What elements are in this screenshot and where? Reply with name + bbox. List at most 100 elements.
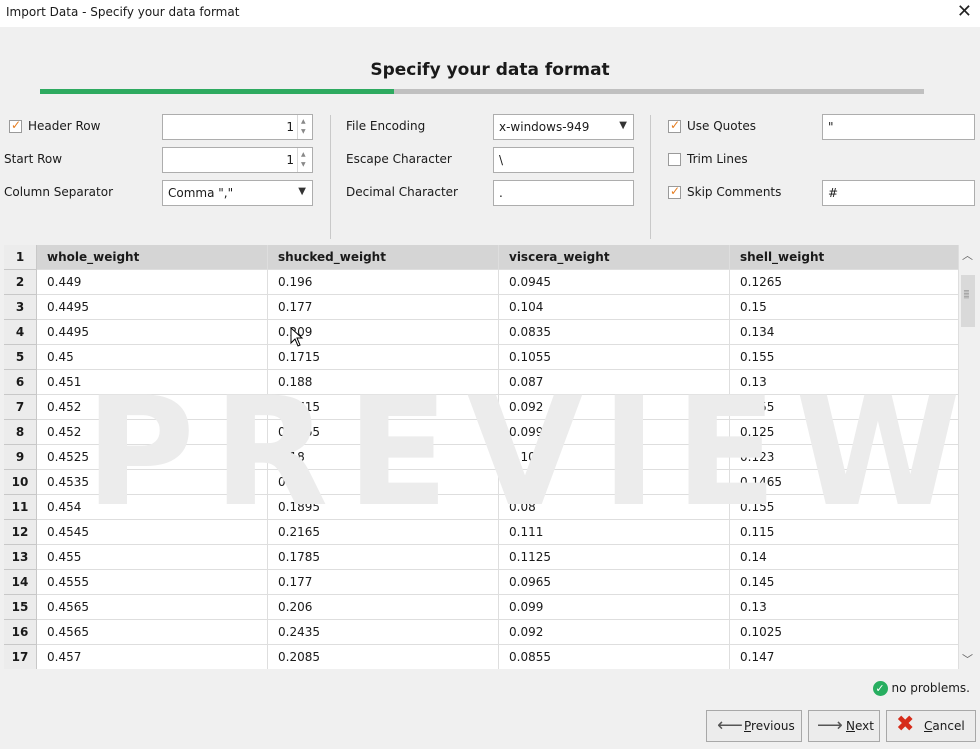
- table-cell[interactable]: 0.0835: [499, 320, 730, 345]
- table-cell[interactable]: 0.4565: [37, 620, 268, 645]
- table-cell[interactable]: 0.13: [730, 370, 959, 395]
- spin-down-icon[interactable]: ▼: [301, 128, 306, 135]
- table-cell[interactable]: 0.455: [37, 545, 268, 570]
- table-cell[interactable]: 0.0995: [499, 420, 730, 445]
- scroll-up-icon[interactable]: ︿: [962, 247, 973, 263]
- column-header[interactable]: shucked_weight: [268, 245, 499, 270]
- header-row-checkbox[interactable]: ✓: [9, 118, 22, 133]
- table-cell[interactable]: 0.4555: [37, 570, 268, 595]
- table-cell[interactable]: 0.1785: [268, 545, 499, 570]
- table-cell[interactable]: 0.457: [37, 645, 268, 669]
- chevron-down-icon[interactable]: ▼: [298, 186, 306, 197]
- table-cell[interactable]: 0.123: [730, 445, 959, 470]
- table-cell[interactable]: 0.0855: [499, 645, 730, 669]
- column-header[interactable]: viscera_weight: [499, 245, 730, 270]
- spin-up-icon[interactable]: ▲: [301, 151, 306, 158]
- table-row[interactable]: 9 0.4525 0.18 0.103 0.123: [4, 445, 959, 470]
- table-cell[interactable]: 0.177: [268, 570, 499, 595]
- table-cell[interactable]: 0.1895: [268, 495, 499, 520]
- table-cell[interactable]: 0.196: [268, 270, 499, 295]
- table-cell[interactable]: 0.4535: [37, 470, 268, 495]
- table-cell[interactable]: 0.4545: [37, 520, 268, 545]
- table-row[interactable]: 10 0.4535 0.203 0.08 0.1465: [4, 470, 959, 495]
- table-cell[interactable]: 0.2165: [268, 420, 499, 445]
- use-quotes-checkbox[interactable]: ✓: [668, 118, 681, 133]
- file-encoding-select[interactable]: x-windows-949 ▼: [493, 114, 634, 140]
- comment-character-input[interactable]: #: [822, 180, 975, 206]
- table-cell[interactable]: 0.125: [730, 420, 959, 445]
- table-cell[interactable]: 0.0945: [499, 270, 730, 295]
- table-cell[interactable]: 0.2435: [268, 620, 499, 645]
- table-cell[interactable]: 0.203: [268, 470, 499, 495]
- table-cell[interactable]: 0.1265: [730, 270, 959, 295]
- next-button[interactable]: ⟶ Next: [808, 710, 880, 742]
- table-cell[interactable]: 0.4495: [37, 295, 268, 320]
- table-cell[interactable]: 0.206: [268, 595, 499, 620]
- spin-up-icon[interactable]: ▲: [301, 118, 306, 125]
- header-row-spinner[interactable]: 1 ▲ ▼: [162, 114, 313, 140]
- table-cell[interactable]: 0.1715: [268, 345, 499, 370]
- table-cell[interactable]: 0.0965: [499, 570, 730, 595]
- table-row[interactable]: 17 0.457 0.2085 0.0855 0.147: [4, 645, 959, 669]
- table-row[interactable]: 14 0.4555 0.177 0.0965 0.145: [4, 570, 959, 595]
- quote-character-input[interactable]: ": [822, 114, 975, 140]
- table-cell[interactable]: 0.177: [268, 295, 499, 320]
- table-cell[interactable]: 0.155: [730, 345, 959, 370]
- table-row[interactable]: 16 0.4565 0.2435 0.092 0.1025: [4, 620, 959, 645]
- escape-character-input[interactable]: \: [493, 147, 634, 173]
- table-row[interactable]: 40.44950.2090.08350.134: [4, 320, 959, 345]
- spinner-buttons[interactable]: ▲ ▼: [297, 115, 312, 139]
- scroll-down-icon[interactable]: ﹀: [962, 651, 973, 667]
- table-cell[interactable]: 0.134: [730, 320, 959, 345]
- table-cell[interactable]: 0.099: [499, 595, 730, 620]
- table-row[interactable]: 5 0.45 0.1715 0.1055 0.155: [4, 345, 959, 370]
- table-cell[interactable]: 0.092: [499, 395, 730, 420]
- table-cell[interactable]: 0.155: [730, 395, 959, 420]
- table-cell[interactable]: 0.13: [730, 595, 959, 620]
- table-cell[interactable]: 0.08: [499, 470, 730, 495]
- table-cell[interactable]: 0.4525: [37, 445, 268, 470]
- table-cell[interactable]: 0.092: [499, 620, 730, 645]
- table-cell[interactable]: 0.4565: [37, 595, 268, 620]
- table-cell[interactable]: 0.14: [730, 545, 959, 570]
- vertical-scrollbar[interactable]: ︿ ═ ═ ═ ﹀: [959, 245, 977, 669]
- table-cell[interactable]: 0.111: [499, 520, 730, 545]
- table-cell[interactable]: 0.454: [37, 495, 268, 520]
- table-cell[interactable]: 0.2165: [268, 520, 499, 545]
- table-cell[interactable]: 0.145: [730, 570, 959, 595]
- table-row[interactable]: 2 0.449 0.196 0.0945 0.1265: [4, 270, 959, 295]
- cancel-button[interactable]: ✖ Cancel: [886, 710, 976, 742]
- column-header[interactable]: shell_weight: [730, 245, 959, 270]
- decimal-character-input[interactable]: .: [493, 180, 634, 206]
- spinner-buttons[interactable]: ▲ ▼: [297, 148, 312, 172]
- spin-down-icon[interactable]: ▼: [301, 161, 306, 168]
- table-row[interactable]: 11 0.454 0.1895 0.08 0.155: [4, 495, 959, 520]
- column-separator-select[interactable]: Comma "," ▼: [162, 180, 313, 206]
- table-cell[interactable]: 0.1055: [499, 345, 730, 370]
- table-cell[interactable]: 0.115: [730, 520, 959, 545]
- close-icon[interactable]: ✕: [957, 1, 972, 23]
- trim-lines-checkbox[interactable]: [668, 153, 681, 166]
- table-cell[interactable]: 0.087: [499, 370, 730, 395]
- table-cell[interactable]: 0.4495: [37, 320, 268, 345]
- table-cell[interactable]: 0.18: [268, 445, 499, 470]
- scrollbar-thumb[interactable]: ═ ═ ═: [961, 275, 975, 327]
- table-cell[interactable]: 0.188: [268, 370, 499, 395]
- table-cell[interactable]: 0.2085: [268, 645, 499, 669]
- table-cell[interactable]: 0.449: [37, 270, 268, 295]
- table-cell[interactable]: 0.1125: [499, 545, 730, 570]
- table-cell[interactable]: 0.45: [37, 345, 268, 370]
- table-cell[interactable]: 0.104: [499, 295, 730, 320]
- table-cell[interactable]: 0.15: [730, 295, 959, 320]
- table-row[interactable]: 8 0.452 0.2165 0.0995 0.125: [4, 420, 959, 445]
- chevron-down-icon[interactable]: ▼: [619, 120, 627, 131]
- table-cell[interactable]: 0.08: [499, 495, 730, 520]
- table-cell[interactable]: 0.155: [730, 495, 959, 520]
- table-row[interactable]: 7 0.452 0.1715 0.092 0.155: [4, 395, 959, 420]
- table-cell[interactable]: 0.1715: [268, 395, 499, 420]
- table-cell[interactable]: 0.451: [37, 370, 268, 395]
- preview-table[interactable]: 1 whole_weight shucked_weight viscera_we…: [4, 245, 959, 669]
- table-cell[interactable]: 0.1025: [730, 620, 959, 645]
- table-cell[interactable]: 0.452: [37, 395, 268, 420]
- table-cell[interactable]: 0.147: [730, 645, 959, 669]
